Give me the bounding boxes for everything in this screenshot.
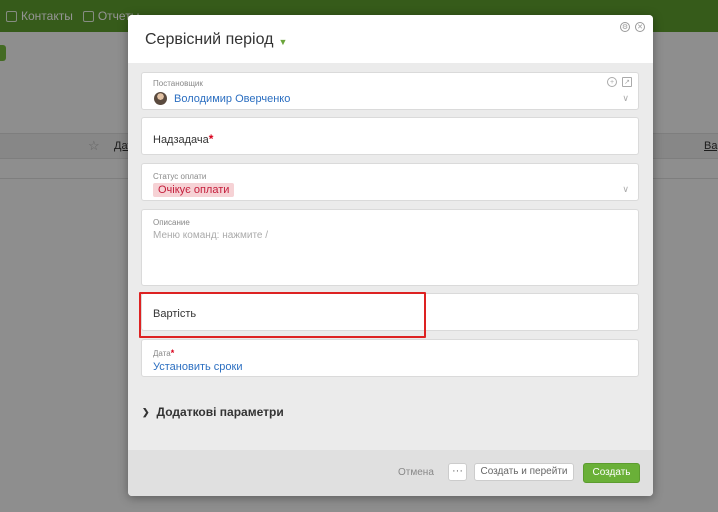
- modal-title[interactable]: Сервісний період ▼: [145, 31, 287, 49]
- chevron-down-icon[interactable]: ∨: [622, 93, 629, 104]
- assignee-field[interactable]: Постановщик Володимир Оверченко + ↗ ∨: [141, 72, 639, 110]
- extra-params-label: Додаткові параметри: [156, 405, 284, 419]
- create-and-go-button[interactable]: Создать и перейти: [474, 463, 574, 481]
- chevron-down-icon[interactable]: ▼: [278, 37, 287, 47]
- highlight-box: [139, 292, 426, 338]
- assignee-label: Постановщик: [153, 79, 203, 88]
- modal-controls: ⚙ ✕: [620, 22, 645, 32]
- external-link-icon[interactable]: ↗: [622, 77, 632, 87]
- create-task-modal: Сервісний період ▼ ⚙ ✕ Постановщик Волод…: [128, 15, 653, 496]
- required-mark: *: [170, 348, 175, 358]
- cancel-button[interactable]: Отмена: [398, 467, 434, 478]
- add-icon[interactable]: +: [607, 77, 617, 87]
- date-label-text: Дата: [153, 349, 171, 358]
- extra-params-toggle[interactable]: ❯ Додаткові параметри: [142, 405, 284, 419]
- avatar: [154, 92, 167, 105]
- gear-icon[interactable]: ⚙: [620, 22, 630, 32]
- date-field[interactable]: Дата* Установить сроки: [141, 339, 639, 377]
- parent-task-label: Надзадача*: [153, 132, 213, 146]
- status-badge[interactable]: Очікує оплати: [153, 183, 235, 197]
- set-dates-link[interactable]: Установить сроки: [153, 361, 242, 373]
- modal-header: Сервісний період ▼ ⚙ ✕: [128, 15, 653, 63]
- description-field[interactable]: Описание Меню команд: нажмите /: [141, 209, 639, 286]
- modal-title-text: Сервісний період: [145, 31, 274, 48]
- date-label: Дата*: [153, 348, 174, 358]
- modal-footer: Отмена ··· Создать и перейти Создать: [128, 450, 653, 496]
- assignee-name[interactable]: Володимир Оверченко: [174, 93, 290, 105]
- description-label: Описание: [153, 218, 190, 227]
- payment-status-label: Статус оплати: [153, 172, 207, 181]
- payment-status-field[interactable]: Статус оплати Очікує оплати ∨: [141, 163, 639, 201]
- chevron-down-icon[interactable]: ∨: [622, 184, 629, 195]
- required-mark: *: [208, 132, 214, 146]
- chevron-right-icon: ❯: [142, 406, 150, 417]
- create-button[interactable]: Создать: [583, 463, 640, 483]
- parent-task-field[interactable]: Надзадача*: [141, 117, 639, 155]
- parent-task-label-text: Надзадача: [153, 134, 209, 146]
- assignee-actions: + ↗: [607, 77, 632, 87]
- close-icon[interactable]: ✕: [635, 22, 645, 32]
- description-placeholder: Меню команд: нажмите /: [153, 230, 269, 241]
- more-button[interactable]: ···: [448, 463, 467, 481]
